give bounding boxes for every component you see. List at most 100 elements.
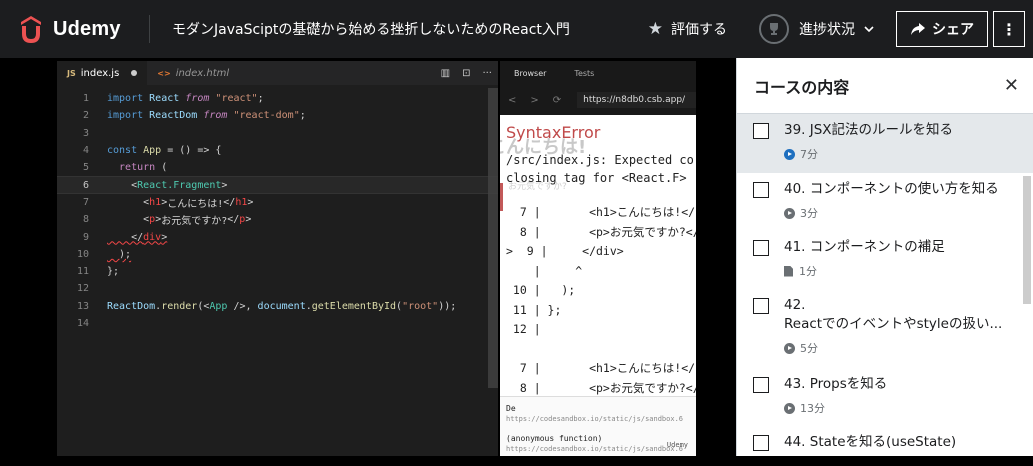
code-line: 5 return ( bbox=[82, 162, 168, 174]
code-line-current: 6 < React.Fragment > bbox=[57, 176, 498, 194]
browser-nav: < > ⟳ https://n8db0.csb.app/ bbox=[500, 85, 696, 115]
lecture-list: 39. JSX記法のルールを知る 7分 40. コンポーネントの使い方を知る 3… bbox=[737, 114, 1033, 466]
udemy-logo-icon bbox=[21, 16, 41, 43]
browser-tabs: Browser Tests bbox=[500, 61, 696, 85]
rate-button[interactable]: ★ 評価する bbox=[648, 19, 727, 39]
code-line: 13 ReactDom. render (< App />, document. getE… bbox=[76, 300, 457, 312]
editor-tabs: JS index.js <> index.html ▥ ⊡ ··· bbox=[57, 61, 498, 85]
forward-icon[interactable]: > bbox=[530, 95, 538, 106]
lecture-checkbox[interactable] bbox=[753, 182, 769, 198]
udemy-logo[interactable]: Udemy bbox=[14, 12, 149, 46]
tab-index-js[interactable]: JS index.js bbox=[57, 61, 148, 85]
progress-label: 進捗状況 bbox=[799, 22, 855, 38]
play-icon bbox=[784, 402, 795, 414]
sidebar-title: コースの内容 bbox=[754, 77, 850, 97]
refresh-icon[interactable]: ⟳ bbox=[553, 95, 561, 106]
code-line: 11}; bbox=[76, 266, 120, 278]
close-icon[interactable]: ✕ bbox=[1004, 75, 1019, 96]
play-icon bbox=[784, 207, 795, 219]
lecture-duration: 7分 bbox=[800, 148, 818, 161]
code-line: 4 const App = () => { bbox=[82, 145, 222, 157]
editor-tools: ▥ ⊡ ··· bbox=[429, 61, 492, 85]
lecture-checkbox[interactable] bbox=[753, 240, 769, 256]
share-button[interactable]: シェア bbox=[896, 11, 988, 47]
lecture-item[interactable]: 42. Reactでのイベントやstyleの扱い... 5分 bbox=[737, 289, 1033, 368]
play-icon bbox=[784, 148, 795, 160]
back-icon[interactable]: < bbox=[508, 95, 516, 106]
brand-name: Udemy bbox=[53, 17, 121, 40]
tab-browser[interactable]: Browser bbox=[500, 69, 560, 78]
code-editor: JS index.js <> index.html ▥ ⊡ ··· 1 impor… bbox=[57, 61, 498, 456]
tab-tests[interactable]: Tests bbox=[560, 69, 608, 78]
article-icon bbox=[784, 265, 793, 277]
code-line: 2 import ReactDom from "react-dom"; bbox=[82, 110, 306, 122]
lecture-item[interactable]: 41. コンポーネントの補足 1分 bbox=[737, 231, 1033, 289]
lecture-item[interactable]: 39. JSX記法のルールを知る 7分 bbox=[737, 114, 1033, 173]
lecture-title: 44. Stateを知る(useState) bbox=[784, 434, 957, 450]
trophy-icon bbox=[759, 14, 789, 44]
lecture-checkbox[interactable] bbox=[753, 377, 769, 393]
stack-trace: De https://codesandbox.io/static/js/sand… bbox=[500, 396, 696, 456]
lecture-title: 39. JSX記法のルールを知る bbox=[784, 122, 954, 138]
url-bar[interactable]: https://n8db0.csb.app/ bbox=[577, 92, 696, 108]
error-code-frame: 7 | <h1>こんにちは!</ 8 | <p>お元気ですか?</ > 9 | … bbox=[506, 205, 696, 414]
unsaved-dot-icon bbox=[131, 70, 138, 76]
code-area[interactable]: 1 import React from "react"; 2 import Reac… bbox=[57, 85, 498, 332]
lecture-title: 40. コンポーネントの使い方を知る bbox=[784, 181, 999, 197]
code-line: 12 bbox=[76, 283, 89, 295]
rate-label: 評価する bbox=[671, 22, 727, 38]
share-label: シェア bbox=[932, 22, 974, 38]
lecture-title: 43. Propsを知る bbox=[784, 376, 888, 392]
lecture-checkbox[interactable] bbox=[753, 123, 769, 139]
lecture-checkbox[interactable] bbox=[753, 298, 769, 314]
lecture-duration: 1分 bbox=[799, 265, 817, 278]
preview-browser: Browser Tests < > ⟳ https://n8db0.csb.ap… bbox=[500, 61, 696, 456]
star-icon: ★ bbox=[647, 19, 663, 39]
editor-scrollbar[interactable] bbox=[488, 88, 498, 388]
more-options-button[interactable]: ⋮ bbox=[993, 11, 1025, 47]
sidebar-scrollbar[interactable] bbox=[1023, 176, 1031, 304]
code-line: 14 bbox=[76, 318, 89, 329]
lecture-checkbox[interactable] bbox=[753, 435, 769, 451]
course-title[interactable]: モダンJavaSciptの基礎から始める挫折しないためのReact入門 bbox=[172, 19, 570, 39]
sidebar-header: コースの内容 ✕ bbox=[737, 58, 1033, 114]
progress-dropdown[interactable]: 進捗状況 bbox=[759, 14, 874, 44]
stack-frame-url[interactable]: https://codesandbox.io/static/js/sandbox… bbox=[506, 444, 690, 455]
stack-frame-label: (anonymous function) bbox=[506, 434, 603, 443]
code-line: 10 ); bbox=[76, 248, 132, 260]
code-line: 3 bbox=[82, 127, 89, 139]
lecture-duration: 13分 bbox=[800, 402, 825, 415]
lecture-duration: 5分 bbox=[800, 342, 818, 355]
code-line: 8 < p > お元気ですか? </p > bbox=[82, 214, 252, 228]
stack-frame-label: De bbox=[506, 404, 516, 413]
split-editor-icon[interactable]: ▥ bbox=[441, 68, 450, 79]
udemy-watermark: Udemy bbox=[666, 441, 688, 449]
tab-label: index.js bbox=[80, 67, 120, 79]
error-overlay: こんにちは! お元気ですか? SyntaxError /src/index.js… bbox=[500, 115, 696, 414]
lecture-title-cont: Reactでのイベントやstyleの扱い... bbox=[784, 316, 1003, 332]
lecture-item[interactable]: 43. Propsを知る 13分 bbox=[737, 368, 1033, 426]
lecture-duration: 3分 bbox=[800, 207, 818, 220]
lecture-item[interactable]: 40. コンポーネントの使い方を知る 3分 bbox=[737, 173, 1033, 231]
preview-icon[interactable]: ⊡ bbox=[462, 68, 470, 79]
lecture-item[interactable]: 44. Stateを知る(useState) bbox=[737, 426, 1033, 466]
play-icon bbox=[784, 342, 795, 354]
error-title: SyntaxError bbox=[506, 123, 601, 142]
chevron-down-icon bbox=[864, 25, 874, 32]
tab-index-html[interactable]: <> index.html bbox=[147, 61, 239, 85]
error-message: /src/index.js: Expected co closing tag f… bbox=[506, 153, 694, 185]
html-file-icon: <> bbox=[157, 68, 171, 78]
code-line: 9 </div > bbox=[82, 231, 168, 243]
js-file-icon: JS bbox=[67, 68, 76, 78]
top-bar: Udemy モダンJavaSciptの基礎から始める挫折しないためのReact入… bbox=[0, 0, 1033, 58]
more-actions-icon[interactable]: ··· bbox=[482, 68, 492, 79]
lecture-title: 42. bbox=[784, 297, 806, 313]
course-content-sidebar: コースの内容 ✕ 39. JSX記法のルールを知る 7分 40. コンポーネント… bbox=[736, 58, 1033, 456]
error-marker bbox=[500, 183, 503, 211]
share-arrow-icon bbox=[911, 23, 925, 35]
video-player[interactable]: JS index.js <> index.html ▥ ⊡ ··· 1 impor… bbox=[0, 58, 736, 456]
code-line: 7 < h1 > こんにちは! </h1 > bbox=[82, 196, 254, 210]
header-divider bbox=[149, 15, 150, 43]
stack-frame-url[interactable]: https://codesandbox.io/static/js/sandbox… bbox=[506, 414, 690, 425]
tab-label: index.html bbox=[175, 67, 230, 79]
